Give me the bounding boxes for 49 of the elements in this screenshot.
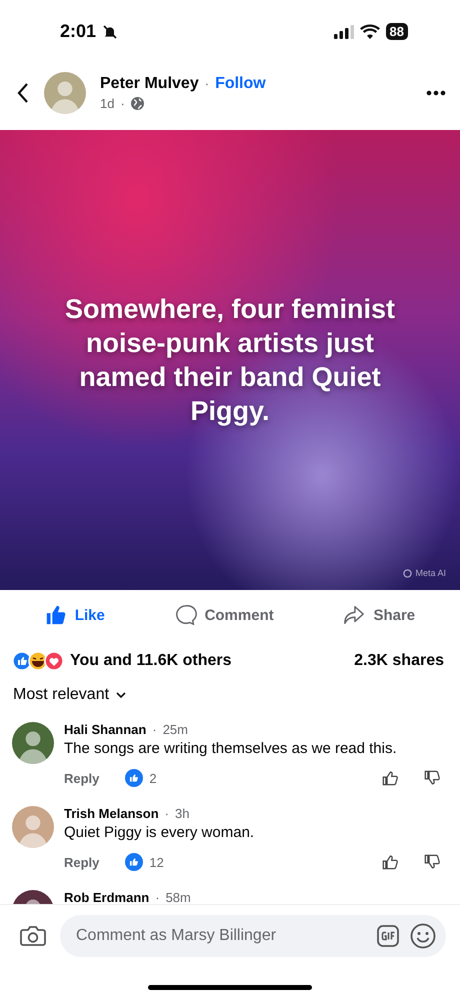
- comment-text: Quiet Piggy is every woman.: [64, 824, 256, 841]
- comment-like-count: 12: [149, 854, 164, 870]
- separator-dot: ·: [155, 890, 160, 904]
- comment-time: 58m: [166, 890, 191, 904]
- avatar: [44, 72, 86, 114]
- comment-button[interactable]: Comment: [168, 600, 280, 630]
- battery-level: 88: [386, 23, 408, 40]
- post-age: 1d: [100, 96, 114, 110]
- reactions-icon: [12, 651, 64, 671]
- wifi-icon: [360, 24, 380, 39]
- share-arrow-icon: [343, 604, 366, 626]
- comment-text: The songs are writing themselves as we read this.: [64, 740, 398, 757]
- ai-label: Meta AI: [415, 568, 446, 578]
- commenter-name[interactable]: Hali Shannan: [64, 722, 146, 737]
- comment-time: 3h: [174, 806, 190, 821]
- comment-bar[interactable]: Comment as Marsy Billinger: [60, 915, 446, 957]
- sort-dropdown[interactable]: Most relevant: [0, 682, 140, 708]
- back-icon[interactable]: [16, 82, 30, 104]
- status-time: 2:01: [60, 21, 96, 42]
- commenter-name[interactable]: Rob Erdmann: [64, 890, 150, 904]
- commenter-name[interactable]: Trish Melanson: [64, 806, 159, 821]
- speech-bubble-icon: [174, 604, 197, 626]
- like-badge-icon: [125, 853, 144, 871]
- share-button[interactable]: Share: [337, 600, 422, 630]
- camera-icon[interactable]: [20, 925, 46, 947]
- gif-icon[interactable]: [376, 924, 400, 948]
- smiley-icon[interactable]: [410, 923, 436, 949]
- signal-icon: [334, 24, 354, 38]
- separator-dot: ·: [120, 96, 125, 110]
- chevron-down-icon: [115, 691, 128, 699]
- shares-count[interactable]: 2.3K shares: [354, 652, 444, 670]
- like-button[interactable]: Like: [38, 600, 111, 630]
- ring-icon: [403, 568, 412, 578]
- avatar: [12, 806, 54, 848]
- author-name[interactable]: Peter Mulvey: [100, 74, 199, 92]
- thumbs-up-icon: [44, 604, 67, 626]
- reactions-count[interactable]: You and 11.6K others: [70, 652, 232, 670]
- card-text: Somewhere, four feminist noise-punk artists just named their band Quiet Piggy.: [64, 293, 396, 428]
- avatar: [12, 722, 54, 764]
- like-badge-icon: [125, 769, 144, 787]
- separator-dot: ·: [164, 806, 169, 821]
- comment-like-count: 2: [149, 770, 157, 786]
- more-icon[interactable]: [426, 90, 446, 96]
- comment-time: 25m: [162, 722, 188, 737]
- reply-link[interactable]: Reply: [64, 770, 100, 786]
- separator-dot: ·: [152, 722, 157, 737]
- follow-link[interactable]: Follow: [215, 74, 266, 92]
- separator-dot: ·: [204, 76, 210, 91]
- reply-link[interactable]: Reply: [64, 854, 100, 870]
